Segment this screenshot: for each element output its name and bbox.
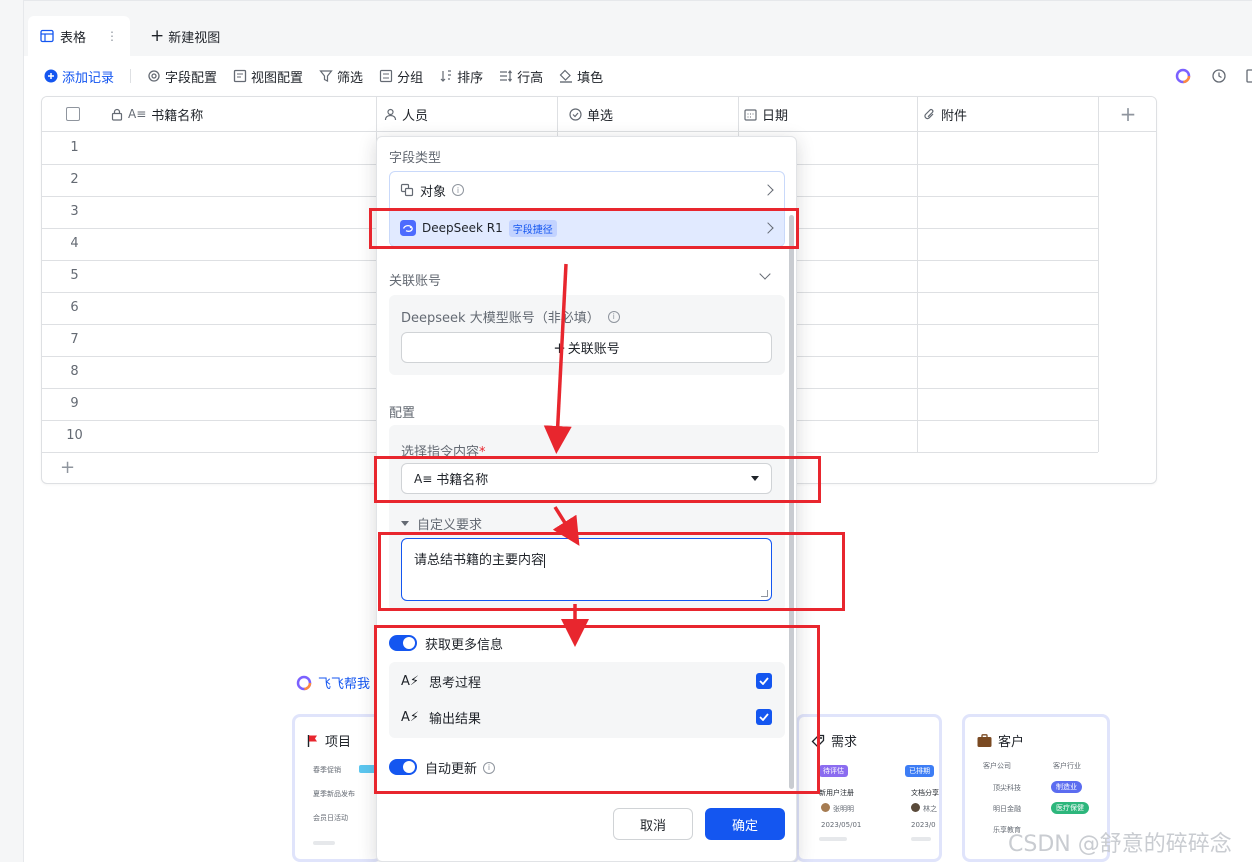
annotation-arrows <box>543 263 589 647</box>
watermark: CSDN @舒意的碎碎念 <box>1008 832 1232 857</box>
annotation-arrow <box>543 263 572 454</box>
annotation-arrow <box>552 506 580 546</box>
